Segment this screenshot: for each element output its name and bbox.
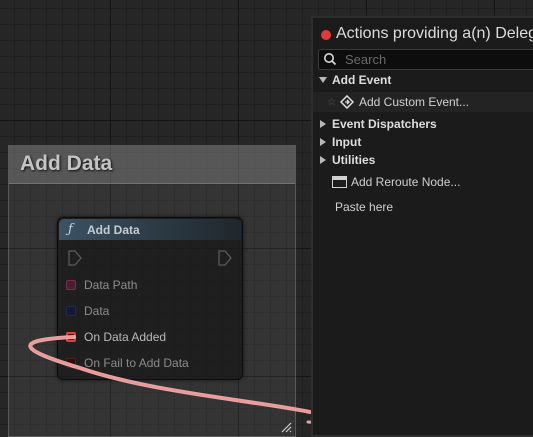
pin-label: On Fail to Add Data (84, 356, 189, 370)
chevron-right-icon[interactable] (320, 156, 326, 164)
pin-dot-icon[interactable] (66, 332, 76, 342)
chevron-down-icon[interactable] (319, 77, 327, 83)
exec-out-pin-icon[interactable] (218, 250, 232, 266)
category-label: Utilities (332, 153, 376, 167)
category-utilities[interactable]: Utilities (313, 151, 533, 169)
pin-dot-icon[interactable] (66, 306, 76, 316)
category-add-event[interactable]: Add Event (313, 71, 533, 89)
pin-data-path[interactable]: Data Path (66, 277, 137, 293)
resize-grip-icon[interactable] (280, 421, 292, 433)
popup-title: Actions providing a(n) Delegate (336, 25, 533, 42)
close-dot-icon[interactable] (321, 30, 331, 40)
category-label: Add Event (332, 73, 392, 87)
comment-header[interactable]: Add Data (9, 146, 295, 184)
function-icon: ƒ (68, 222, 73, 237)
chevron-right-icon[interactable] (320, 120, 326, 128)
category-input[interactable]: Input (313, 133, 533, 151)
diamond-event-icon (339, 95, 354, 109)
comment-title[interactable]: Add Data (20, 152, 112, 176)
category-event-dispatchers[interactable]: Event Dispatchers (313, 115, 533, 133)
exec-in-pin-icon[interactable] (68, 250, 82, 266)
menu-item-add-custom-event[interactable]: ☆ Add Custom Event... (313, 92, 533, 112)
star-icon[interactable]: ☆ (327, 97, 336, 108)
node-title: Add Data (87, 223, 140, 237)
search-icon (324, 53, 337, 66)
category-label: Event Dispatchers (332, 117, 437, 131)
category-label: Input (332, 135, 362, 149)
search-placeholder: Search (345, 52, 387, 67)
menu-item-label: Add Reroute Node... (351, 175, 461, 189)
menu-item-add-reroute-node[interactable]: Add Reroute Node... (313, 173, 533, 191)
function-node-add-data[interactable]: ƒ Add Data Data Path Data On Data Added … (57, 217, 243, 380)
pin-dot-icon[interactable] (66, 358, 76, 368)
menu-item-label: Paste here (335, 200, 394, 214)
pin-label: On Data Added (84, 330, 167, 344)
reroute-node-icon (332, 176, 347, 188)
search-input[interactable]: Search (318, 49, 533, 70)
popup-title-bar: Actions providing a(n) Delegate (317, 22, 533, 46)
pin-label: Data (84, 304, 110, 318)
node-header[interactable]: ƒ Add Data (59, 219, 241, 240)
pin-on-data-added[interactable]: On Data Added (66, 329, 166, 345)
context-action-menu[interactable]: Actions providing a(n) Delegate Search A… (311, 16, 533, 437)
menu-item-paste-here[interactable]: Paste here (313, 198, 533, 216)
pin-label: Data Path (84, 278, 138, 292)
pin-on-fail-to-add-data[interactable]: On Fail to Add Data (66, 355, 189, 371)
pin-dot-icon[interactable] (66, 280, 76, 290)
pin-data[interactable]: Data (66, 303, 109, 319)
chevron-right-icon[interactable] (320, 138, 326, 146)
menu-item-label: Add Custom Event... (358, 95, 470, 109)
